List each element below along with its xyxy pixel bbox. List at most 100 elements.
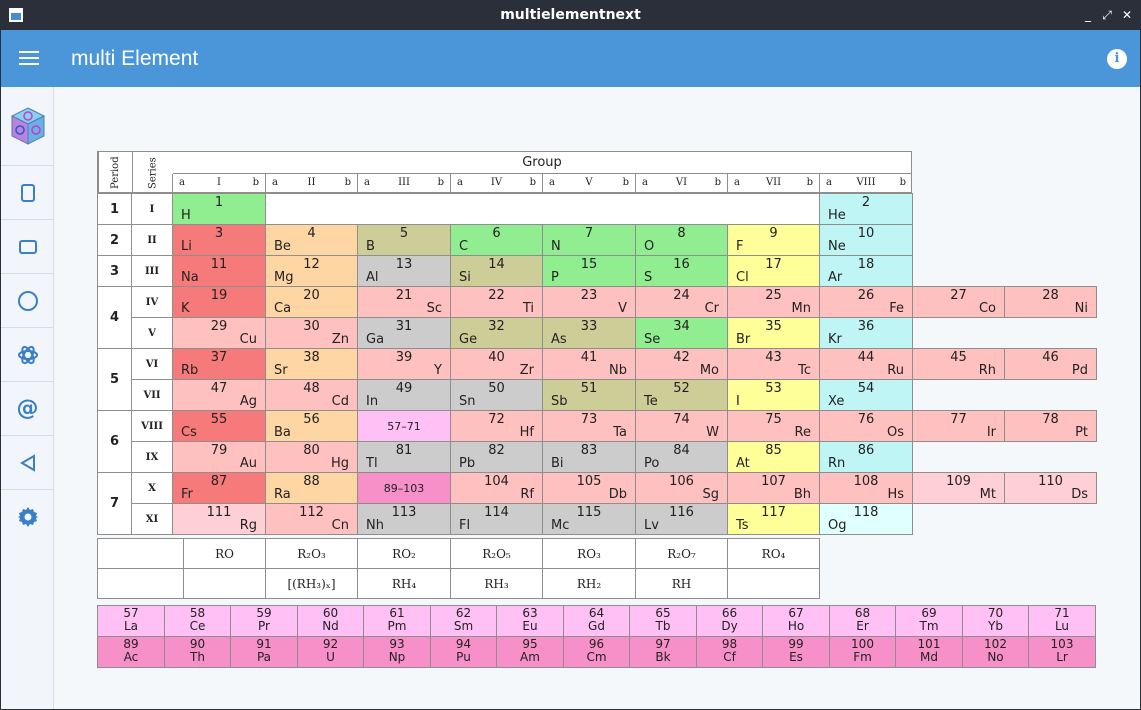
actinide-cell-bk[interactable]: 97 Bk xyxy=(629,636,697,668)
element-cell-bh[interactable]: 107 Bh xyxy=(727,472,820,504)
element-cell-os[interactable]: 76 Os xyxy=(819,410,913,442)
element-cell-hg[interactable]: 80 Hg xyxy=(265,441,358,473)
element-cell-co[interactable]: 27 Co xyxy=(912,286,1005,318)
element-cell-kr[interactable]: 36 Kr xyxy=(819,317,913,349)
element-cell-nb[interactable]: 41 Nb xyxy=(542,348,636,380)
actinide-cell-cm[interactable]: 96 Cm xyxy=(563,636,630,668)
lanthanide-cell-yb[interactable]: 70 Yb xyxy=(962,605,1029,637)
info-icon[interactable]: i xyxy=(1107,49,1127,69)
element-cell-be[interactable]: 4 Be xyxy=(265,224,358,256)
actinide-cell-lr[interactable]: 103 Lr xyxy=(1028,636,1096,668)
element-cell-n[interactable]: 7N xyxy=(542,224,636,256)
element-cell-mt[interactable]: 109 Mt xyxy=(912,472,1005,504)
lanthanide-cell-dy[interactable]: 66 Dy xyxy=(696,605,763,637)
element-cell-si[interactable]: 14 Si xyxy=(450,255,543,287)
element-cell-f[interactable]: 9F xyxy=(727,224,820,256)
element-cell-w[interactable]: 74 W xyxy=(635,410,728,442)
element-cell-db[interactable]: 105 Db xyxy=(542,472,636,504)
actinide-cell-th[interactable]: 90 Th xyxy=(164,636,231,668)
element-cell-cu[interactable]: 29 Cu xyxy=(172,317,266,349)
element-cell-sn[interactable]: 50 Sn xyxy=(450,379,543,411)
element-cell-fr[interactable]: 87 Fr xyxy=(172,472,266,504)
element-cell-in[interactable]: 49 In xyxy=(357,379,451,411)
lanthanide-cell-eu[interactable]: 63 Eu xyxy=(496,605,564,637)
actinide-cell-md[interactable]: 101 Md xyxy=(895,636,963,668)
element-cell-al[interactable]: 13 Al xyxy=(357,255,451,287)
element-cell-ar[interactable]: 18 Ar xyxy=(819,255,913,287)
element-cell-ge[interactable]: 32 Ge xyxy=(450,317,543,349)
element-cell-fl[interactable]: 114 Fl xyxy=(450,503,543,535)
element-cell-cs[interactable]: 55 Cs xyxy=(172,410,266,442)
lanthanide-cell-tb[interactable]: 65 Tb xyxy=(629,605,697,637)
lanthanide-cell-pr[interactable]: 59 Pr xyxy=(230,605,298,637)
actinide-cell-no[interactable]: 102 No xyxy=(962,636,1029,668)
element-cell-rb[interactable]: 37 Rb xyxy=(172,348,266,380)
circle-icon[interactable] xyxy=(1,274,54,328)
element-cell-ds[interactable]: 110 Ds xyxy=(1004,472,1097,504)
cube-logo-icon[interactable] xyxy=(1,87,54,166)
element-cell-h[interactable]: 1H xyxy=(172,193,266,225)
element-cell-ru[interactable]: 44 Ru xyxy=(819,348,913,380)
element-cell-ga[interactable]: 31 Ga xyxy=(357,317,451,349)
actinide-cell-am[interactable]: 95 Am xyxy=(496,636,564,668)
element-cell-rh[interactable]: 45 Rh xyxy=(912,348,1005,380)
element-cell-au[interactable]: 79 Au xyxy=(172,441,266,473)
element-cell-nh[interactable]: 113 Nh xyxy=(357,503,451,535)
lanthanide-cell-ho[interactable]: 67 Ho xyxy=(762,605,830,637)
lanthanide-cell-er[interactable]: 68 Er xyxy=(829,605,896,637)
element-cell-li[interactable]: 3 Li xyxy=(172,224,266,256)
element-cell-tc[interactable]: 43 Tc xyxy=(727,348,820,380)
element-cell-hf[interactable]: 72 Hf xyxy=(450,410,543,442)
element-cell-ne[interactable]: 10 Ne xyxy=(819,224,913,256)
element-cell-pd[interactable]: 46 Pd xyxy=(1004,348,1097,380)
element-cell-k[interactable]: 19 K xyxy=(172,286,266,318)
f-block-range-cell[interactable]: 89–103 xyxy=(357,472,451,504)
lanthanide-cell-pm[interactable]: 61 Pm xyxy=(363,605,431,637)
lanthanide-cell-gd[interactable]: 64 Gd xyxy=(563,605,630,637)
lanthanide-cell-lu[interactable]: 71 Lu xyxy=(1028,605,1096,637)
element-cell-s[interactable]: 16 S xyxy=(635,255,728,287)
element-cell-cl[interactable]: 17 Cl xyxy=(727,255,820,287)
actinide-cell-pa[interactable]: 91 Pa xyxy=(230,636,298,668)
element-cell-as[interactable]: 33 As xyxy=(542,317,636,349)
at-sign-icon[interactable]: @ xyxy=(1,382,54,436)
maximize-button[interactable]: ⤢ xyxy=(1098,5,1116,25)
element-cell-ag[interactable]: 47 Ag xyxy=(172,379,266,411)
actinide-cell-u[interactable]: 92 U xyxy=(297,636,364,668)
element-cell-ca[interactable]: 20 Ca xyxy=(265,286,358,318)
element-cell-ni[interactable]: 28 Ni xyxy=(1004,286,1097,318)
element-cell-bi[interactable]: 83 Bi xyxy=(542,441,636,473)
back-triangle-icon[interactable] xyxy=(1,436,54,490)
element-cell-fe[interactable]: 26 Fe xyxy=(819,286,913,318)
element-cell-hs[interactable]: 108 Hs xyxy=(819,472,913,504)
actinide-cell-fm[interactable]: 100 Fm xyxy=(829,636,896,668)
element-cell-og[interactable]: 118 Og xyxy=(819,503,913,535)
lanthanide-cell-nd[interactable]: 60 Nd xyxy=(297,605,364,637)
minimize-button[interactable]: _ xyxy=(1079,5,1097,25)
close-button[interactable]: ✕ xyxy=(1118,5,1136,25)
element-cell-ti[interactable]: 22 Ti xyxy=(450,286,543,318)
lanthanide-cell-la[interactable]: 57 La xyxy=(97,605,165,637)
element-cell-ra[interactable]: 88 Ra xyxy=(265,472,358,504)
element-cell-ir[interactable]: 77 Ir xyxy=(912,410,1005,442)
landscape-rect-icon[interactable] xyxy=(1,220,54,274)
element-cell-mc[interactable]: 115 Mc xyxy=(542,503,636,535)
element-cell-re[interactable]: 75 Re xyxy=(727,410,820,442)
element-cell-rn[interactable]: 86 Rn xyxy=(819,441,913,473)
element-cell-sr[interactable]: 38 Sr xyxy=(265,348,358,380)
element-cell-b[interactable]: 5B xyxy=(357,224,451,256)
element-cell-cr[interactable]: 24 Cr xyxy=(635,286,728,318)
element-cell-na[interactable]: 11 Na xyxy=(172,255,266,287)
element-cell-y[interactable]: 39 Y xyxy=(357,348,451,380)
element-cell-mn[interactable]: 25 Mn xyxy=(727,286,820,318)
element-cell-at[interactable]: 85 At xyxy=(727,441,820,473)
gear-icon[interactable] xyxy=(1,490,54,544)
element-cell-cn[interactable]: 112 Cn xyxy=(265,503,358,535)
element-cell-sb[interactable]: 51 Sb xyxy=(542,379,636,411)
lanthanide-cell-tm[interactable]: 69 Tm xyxy=(895,605,963,637)
actinide-cell-es[interactable]: 99 Es xyxy=(762,636,830,668)
element-cell-mo[interactable]: 42 Mo xyxy=(635,348,728,380)
element-cell-zn[interactable]: 30 Zn xyxy=(265,317,358,349)
element-cell-pt[interactable]: 78 Pt xyxy=(1004,410,1097,442)
element-cell-ta[interactable]: 73 Ta xyxy=(542,410,636,442)
